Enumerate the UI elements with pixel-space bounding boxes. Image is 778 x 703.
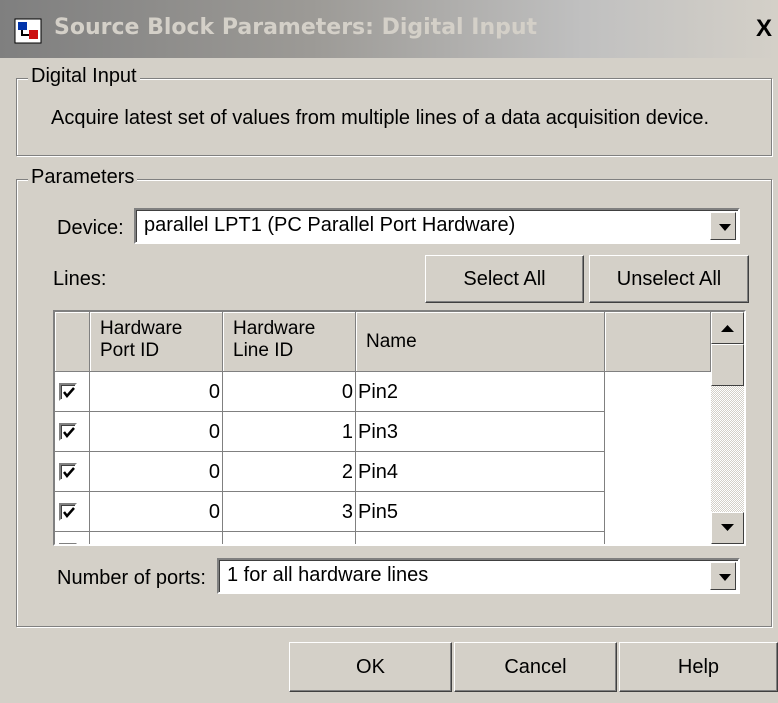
table-row[interactable]: 0 3 Pin5	[55, 492, 605, 532]
checkmark-icon	[63, 427, 75, 438]
line-id-cell[interactable]: 2	[223, 452, 356, 492]
close-button[interactable]: X	[747, 14, 778, 44]
select-all-button[interactable]: Select All	[425, 255, 584, 303]
scroll-thumb[interactable]	[711, 344, 744, 386]
ports-label: Number of ports:	[57, 567, 206, 589]
table-row[interactable]: 0 1 Pin3	[55, 412, 605, 452]
arrow-down-icon	[721, 524, 734, 531]
checkbox-cell	[55, 452, 90, 492]
name-cell[interactable]: Pin4	[356, 452, 605, 492]
chevron-down-icon[interactable]	[710, 562, 736, 590]
checkmark-icon	[63, 467, 75, 478]
ok-button[interactable]: OK	[289, 642, 452, 692]
checkmark-icon	[63, 387, 75, 398]
name-cell[interactable]: Pin5	[356, 492, 605, 532]
checkbox-cell	[55, 372, 90, 412]
line-checkbox[interactable]	[59, 383, 77, 401]
name-cell[interactable]: Pin2	[356, 372, 605, 412]
parameters-group-legend: Parameters	[28, 166, 138, 189]
device-dropdown[interactable]: parallel LPT1 (PC Parallel Port Hardware…	[134, 208, 740, 244]
vertical-scrollbar[interactable]	[711, 312, 744, 544]
name-cell[interactable]: Pin3	[356, 412, 605, 452]
header-line-id[interactable]: Hardware Line ID	[223, 312, 356, 372]
description-group-legend: Digital Input	[28, 65, 140, 88]
header-name[interactable]: Name	[356, 312, 605, 372]
cancel-button[interactable]: Cancel	[454, 642, 617, 692]
device-label: Device:	[57, 217, 124, 239]
description-text: Acquire latest set of values from multip…	[51, 107, 710, 129]
port-id-cell[interactable]: 0	[90, 372, 223, 412]
ports-dropdown-value: 1 for all hardware lines	[227, 564, 429, 586]
unselect-all-button[interactable]: Unselect All	[589, 255, 749, 303]
help-button[interactable]: Help	[619, 642, 778, 692]
port-id-cell[interactable]	[90, 532, 223, 544]
scroll-up-button[interactable]	[711, 312, 744, 344]
arrow-up-icon	[721, 325, 734, 332]
line-checkbox[interactable]	[59, 503, 77, 521]
header-filler	[605, 312, 711, 372]
line-checkbox[interactable]	[59, 463, 77, 481]
line-id-cell[interactable]: 0	[223, 372, 356, 412]
table-row[interactable]: 0 2 Pin4	[55, 452, 605, 492]
line-id-cell[interactable]: 3	[223, 492, 356, 532]
checkbox-cell	[55, 492, 90, 532]
checkbox-cell	[55, 412, 90, 452]
ports-dropdown[interactable]: 1 for all hardware lines	[217, 558, 740, 594]
table-row[interactable]: 0 0 Pin2	[55, 372, 605, 412]
header-port-id[interactable]: Hardware Port ID	[90, 312, 223, 372]
title-bar[interactable]: Source Block Parameters: Digital Input X	[0, 0, 778, 58]
line-id-cell[interactable]: 1	[223, 412, 356, 452]
lines-table[interactable]: Hardware Port ID Hardware Line ID Name 0…	[53, 310, 746, 546]
line-id-cell[interactable]	[223, 532, 356, 544]
device-dropdown-value: parallel LPT1 (PC Parallel Port Hardware…	[144, 214, 516, 236]
lines-label: Lines:	[53, 268, 107, 290]
name-cell[interactable]	[356, 532, 605, 544]
line-checkbox[interactable]	[59, 543, 77, 544]
simulink-app-icon	[14, 18, 42, 44]
scroll-down-button[interactable]	[711, 512, 744, 544]
window-title: Source Block Parameters: Digital Input	[54, 15, 538, 40]
checkbox-cell	[55, 532, 90, 544]
chevron-down-icon[interactable]	[710, 212, 736, 240]
port-id-cell[interactable]: 0	[90, 412, 223, 452]
checkmark-icon	[63, 507, 75, 518]
header-checkbox-column	[55, 312, 90, 372]
port-id-cell[interactable]: 0	[90, 492, 223, 532]
line-checkbox[interactable]	[59, 423, 77, 441]
table-row-partial[interactable]	[55, 532, 605, 544]
port-id-cell[interactable]: 0	[90, 452, 223, 492]
